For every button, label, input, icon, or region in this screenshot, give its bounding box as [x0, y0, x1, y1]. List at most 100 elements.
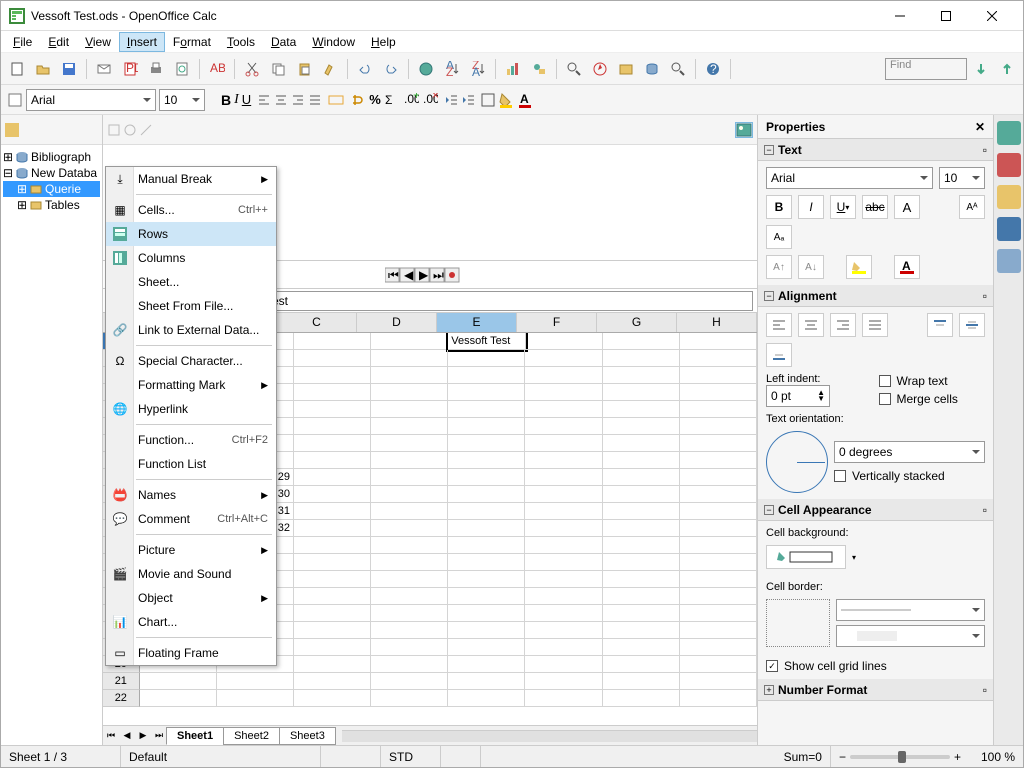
border-preview[interactable] [766, 599, 830, 647]
cell[interactable] [603, 401, 680, 418]
menu-item-chart[interactable]: 📊Chart... [106, 610, 276, 634]
cell[interactable] [603, 588, 680, 605]
cell[interactable] [525, 690, 602, 707]
sort-desc-icon[interactable]: ZA [466, 57, 490, 81]
highlight-button[interactable] [846, 255, 872, 279]
cell[interactable] [603, 639, 680, 656]
menu-item-floatingframe[interactable]: ▭Floating Frame [106, 641, 276, 665]
help-icon[interactable]: ? [701, 57, 725, 81]
datasources-icon[interactable] [640, 57, 664, 81]
tab-last-icon[interactable]: ⏭ [151, 728, 167, 744]
cell[interactable] [680, 333, 757, 350]
cell[interactable] [448, 452, 525, 469]
menu-item-names[interactable]: 📛Names▶ [106, 483, 276, 507]
cell[interactable] [371, 605, 448, 622]
menu-item-comment[interactable]: 💬CommentCtrl+Alt+C [106, 507, 276, 531]
font-color-icon[interactable]: A [517, 92, 533, 108]
gridlines-checkbox[interactable]: ✓Show cell grid lines [766, 659, 985, 673]
cell[interactable] [525, 384, 602, 401]
decrease-indent-icon[interactable] [444, 93, 458, 107]
fill-color-icon[interactable] [498, 92, 514, 108]
cell[interactable] [525, 350, 602, 367]
menu-item-manualbreak[interactable]: ⤓Manual Break▶ [106, 167, 276, 191]
menu-item-columns[interactable]: Columns [106, 246, 276, 270]
cell[interactable] [448, 418, 525, 435]
find-next-icon[interactable] [969, 57, 993, 81]
cell[interactable] [217, 673, 294, 690]
cell[interactable] [371, 554, 448, 571]
strike-button[interactable]: abc [862, 195, 888, 219]
close-panel-icon[interactable]: ✕ [975, 120, 985, 134]
cell[interactable] [371, 452, 448, 469]
menu-item-function[interactable]: Function...Ctrl+F2 [106, 428, 276, 452]
tree-bibliography[interactable]: ⊞ Bibliograph [3, 149, 100, 165]
cell[interactable] [603, 486, 680, 503]
tool-icon[interactable] [123, 123, 137, 137]
number-section-header[interactable]: + Number Format ▫ [758, 679, 993, 701]
cell[interactable] [294, 350, 371, 367]
cell[interactable] [294, 418, 371, 435]
italic-button[interactable]: I [798, 195, 824, 219]
cell[interactable] [448, 537, 525, 554]
sheet-tab[interactable]: Sheet3 [279, 727, 336, 745]
menu-item-cells[interactable]: ▦Cells...Ctrl++ [106, 198, 276, 222]
cell[interactable] [371, 673, 448, 690]
cell[interactable] [294, 435, 371, 452]
open-icon[interactable] [31, 57, 55, 81]
cell[interactable] [603, 367, 680, 384]
cell[interactable] [448, 503, 525, 520]
cell[interactable] [525, 605, 602, 622]
cell[interactable] [294, 554, 371, 571]
navigator-launcher-icon[interactable] [997, 217, 1021, 241]
left-indent-spinner[interactable]: 0 pt▲▼ [766, 385, 830, 407]
cell[interactable] [603, 673, 680, 690]
cell[interactable] [603, 537, 680, 554]
cell[interactable] [680, 452, 757, 469]
underline-button[interactable]: U▾ [830, 195, 856, 219]
tab-prev-icon[interactable]: ◀ [119, 728, 135, 744]
cell[interactable] [371, 656, 448, 673]
valign-top[interactable] [927, 313, 953, 337]
menu-item-functionlist[interactable]: Function List [106, 452, 276, 476]
pdf-icon[interactable]: PDF [118, 57, 142, 81]
percent-icon[interactable]: % [369, 92, 381, 107]
zoom-out-icon[interactable]: − [839, 750, 846, 764]
cell[interactable] [448, 639, 525, 656]
functions-launcher-icon[interactable] [997, 249, 1021, 273]
print-icon[interactable] [144, 57, 168, 81]
column-header[interactable]: H [677, 313, 757, 332]
standard-format-icon[interactable]: Σ [384, 93, 400, 107]
currency-icon[interactable] [350, 92, 366, 108]
cell[interactable] [680, 418, 757, 435]
cell[interactable] [680, 571, 757, 588]
hyperlink-icon[interactable] [414, 57, 438, 81]
cell[interactable] [525, 486, 602, 503]
valign-middle[interactable] [959, 313, 985, 337]
styles-icon[interactable] [7, 92, 23, 108]
bold-icon[interactable]: B [221, 92, 231, 108]
increase-indent-icon[interactable] [461, 93, 475, 107]
preview-icon[interactable] [170, 57, 194, 81]
cell[interactable] [294, 503, 371, 520]
cell[interactable] [603, 605, 680, 622]
cell[interactable] [371, 350, 448, 367]
appearance-section-header[interactable]: − Cell Appearance ▫ [758, 499, 993, 521]
degrees-combo[interactable]: 0 degrees [834, 441, 985, 463]
border-icon[interactable] [481, 93, 495, 107]
super-button[interactable]: Aᴬ [959, 195, 985, 219]
cell[interactable] [294, 571, 371, 588]
cell[interactable] [603, 656, 680, 673]
zoom-in-icon[interactable]: + [954, 750, 961, 764]
cell[interactable] [680, 367, 757, 384]
cell[interactable] [680, 537, 757, 554]
alignment-section-header[interactable]: − Alignment ▫ [758, 285, 993, 307]
sort-asc-icon[interactable]: AZ [440, 57, 464, 81]
section-menu-icon[interactable]: ▫ [983, 503, 987, 517]
tab-next-icon[interactable]: ▶ [135, 728, 151, 744]
menu-item-linktoexternaldata[interactable]: 🔗Link to External Data... [106, 318, 276, 342]
italic-icon[interactable]: I [234, 92, 239, 108]
zoom-label[interactable]: 100 % [969, 746, 1023, 767]
cell[interactable] [680, 690, 757, 707]
cell[interactable] [680, 469, 757, 486]
shrink-font-button[interactable]: A↓ [798, 255, 824, 279]
